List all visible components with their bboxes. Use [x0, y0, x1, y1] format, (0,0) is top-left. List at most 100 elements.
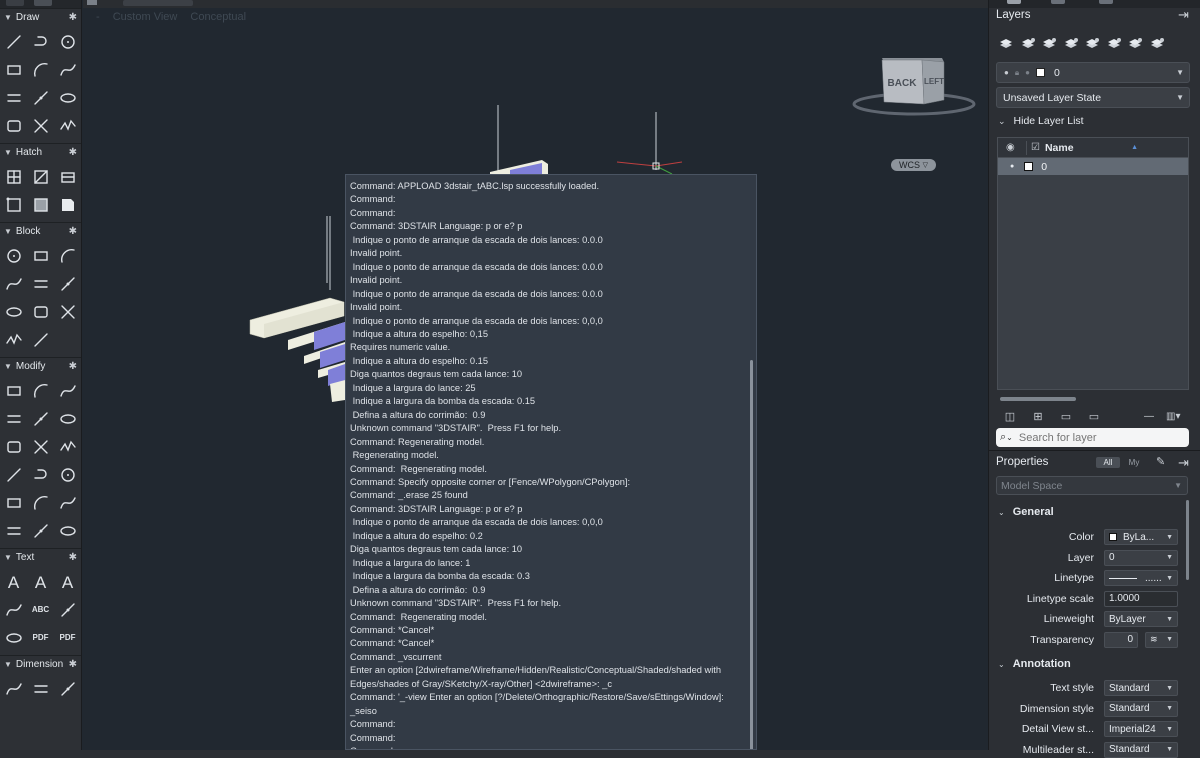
visibility-column-icon[interactable]: ◉ [1006, 142, 1020, 153]
frame-icon[interactable] [0, 624, 27, 652]
layer-search-input[interactable] [1016, 430, 1181, 445]
base-point-icon[interactable] [27, 326, 54, 354]
property-value-field[interactable]: Imperial24 ▼ [1104, 721, 1178, 737]
rectangle-icon[interactable] [0, 56, 27, 84]
polyline-icon[interactable] [27, 28, 54, 56]
wipeout-icon[interactable] [0, 191, 27, 219]
break-icon[interactable] [27, 489, 54, 517]
new-layer-icon[interactable] [996, 34, 1016, 54]
selection-dropdown[interactable]: Model Space ▼ [996, 476, 1188, 495]
viewport-minus[interactable]: - [96, 11, 100, 23]
region-icon[interactable] [0, 112, 27, 140]
section-header-text[interactable]: ▼ Text ✱ [0, 548, 81, 566]
command-history-scrollbar[interactable] [750, 360, 753, 749]
stretch-icon[interactable] [27, 405, 54, 433]
set-current-icon[interactable] [1061, 34, 1081, 54]
section-header-dimension[interactable]: ▼ Dimension ✱ [0, 655, 81, 673]
section-header-modify[interactable]: ▼ Modify ✱ [0, 357, 81, 375]
name-column-header[interactable]: Name [1045, 142, 1074, 154]
property-value-field[interactable]: Standard ▼ [1104, 700, 1178, 717]
match-prop-icon[interactable] [27, 517, 54, 545]
tool-palette-icon[interactable] [54, 298, 81, 326]
property-value-field[interactable]: ByLayer ▼ [1104, 611, 1178, 627]
array-icon[interactable] [54, 433, 81, 461]
layer-state-dropdown[interactable]: Unsaved Layer State ▼ [996, 87, 1190, 108]
purge-icon[interactable] [54, 517, 81, 545]
fillet-icon[interactable] [0, 433, 27, 461]
wcs-menu[interactable]: WCS ▽ [891, 159, 936, 171]
join-icon[interactable] [54, 489, 81, 517]
layer-off-icon[interactable] [1104, 34, 1124, 54]
revcloud-icon[interactable] [54, 112, 81, 140]
insert-block-icon[interactable] [0, 242, 27, 270]
mirror-icon[interactable] [54, 377, 81, 405]
align-icon[interactable] [0, 517, 27, 545]
hatch-icon[interactable] [0, 163, 27, 191]
offset-icon[interactable] [27, 433, 54, 461]
layer-color-swatch[interactable] [1024, 162, 1034, 171]
layer-on-icon[interactable]: ● [1010, 163, 1014, 170]
model-layout-icon[interactable] [87, 0, 97, 5]
layer-list[interactable]: ◉ ☑ Name ▲ ● 0 [997, 137, 1189, 401]
palette-tab-1[interactable] [6, 0, 24, 6]
property-value-field[interactable]: 0 ▼ [1104, 549, 1178, 566]
new-vp-frozen-layer-icon[interactable] [1018, 34, 1038, 54]
hide-layer-list-toggle[interactable]: ⌄ Hide Layer List [998, 115, 1084, 127]
current-layer-dropdown[interactable]: ● 🔒︎ ● 0 ▼ [996, 62, 1190, 83]
blocks-tab[interactable] [1051, 0, 1065, 4]
block-editor-icon[interactable] [54, 270, 81, 298]
layer-list-scrollbar[interactable] [1000, 397, 1076, 401]
filter-all-button[interactable]: All [1096, 457, 1120, 468]
transparency-mode-dropdown[interactable]: ≋ ▼ [1145, 631, 1178, 648]
pdf-import-icon[interactable]: PDF [27, 624, 54, 652]
general-section-header[interactable]: ⌄ General [998, 506, 1054, 518]
spell-check-icon[interactable] [0, 596, 27, 624]
block-attribute-icon[interactable] [54, 191, 81, 219]
aligned-dim-icon[interactable] [27, 675, 54, 703]
match-icon[interactable] [0, 326, 27, 354]
continue-dim-icon[interactable] [54, 675, 81, 703]
layer-lock-icon[interactable] [1147, 34, 1167, 54]
trim-icon[interactable] [27, 112, 54, 140]
linear-dim-icon[interactable] [0, 675, 27, 703]
text-style-icon[interactable]: A [54, 568, 81, 596]
dock-icon[interactable]: ⇥ [1178, 455, 1189, 471]
annotation-section-header[interactable]: ⌄ Annotation [998, 658, 1071, 670]
edit-block-icon[interactable] [54, 242, 81, 270]
gear-icon[interactable]: ✱ [69, 552, 77, 563]
viewport-controls[interactable]: - Custom View Conceptual [96, 11, 256, 23]
spline-icon[interactable] [54, 56, 81, 84]
single-line-text-icon[interactable]: A [27, 568, 54, 596]
viewport-tab[interactable] [123, 0, 193, 6]
layer-row[interactable]: ● 0 [998, 158, 1188, 175]
pdf-text-icon[interactable]: PDF [54, 624, 81, 652]
property-value-field[interactable]: 1.0000 [1104, 590, 1178, 607]
circle-icon[interactable] [54, 28, 81, 56]
layer-freeze-icon[interactable] [1125, 34, 1145, 54]
ellipse-icon[interactable] [54, 84, 81, 112]
trim-tool-icon[interactable] [54, 405, 81, 433]
view-label[interactable]: Custom View [113, 11, 178, 23]
delete-layer-icon[interactable] [1039, 34, 1059, 54]
layers-tab[interactable] [1007, 0, 1021, 4]
move-icon[interactable] [0, 377, 27, 405]
layer-search-box[interactable]: ⌕ ⌄ [996, 428, 1189, 447]
rotate-icon[interactable] [0, 405, 27, 433]
gear-icon[interactable]: ✱ [69, 226, 77, 237]
tag-icon[interactable] [27, 270, 54, 298]
multiline-icon[interactable] [0, 84, 27, 112]
attribute-icon[interactable] [0, 270, 27, 298]
arc-icon[interactable] [27, 56, 54, 84]
clip-icon[interactable] [27, 298, 54, 326]
gear-icon[interactable]: ✱ [69, 659, 77, 670]
visual-style-label[interactable]: Conceptual [190, 11, 246, 23]
layer-property-filter-icon[interactable]: ▭ [1086, 408, 1102, 424]
section-header-hatch[interactable]: ▼ Hatch ✱ [0, 143, 81, 161]
erase-icon[interactable] [54, 461, 81, 489]
table-icon[interactable] [27, 191, 54, 219]
3d-move-icon[interactable] [0, 461, 27, 489]
property-value-field[interactable]: ByLa... ▼ [1104, 529, 1178, 545]
gradient-icon[interactable] [27, 163, 54, 191]
viewcube[interactable]: BACK LEFT [852, 54, 976, 127]
layer-settings-icon[interactable]: ◫ [1002, 408, 1018, 424]
